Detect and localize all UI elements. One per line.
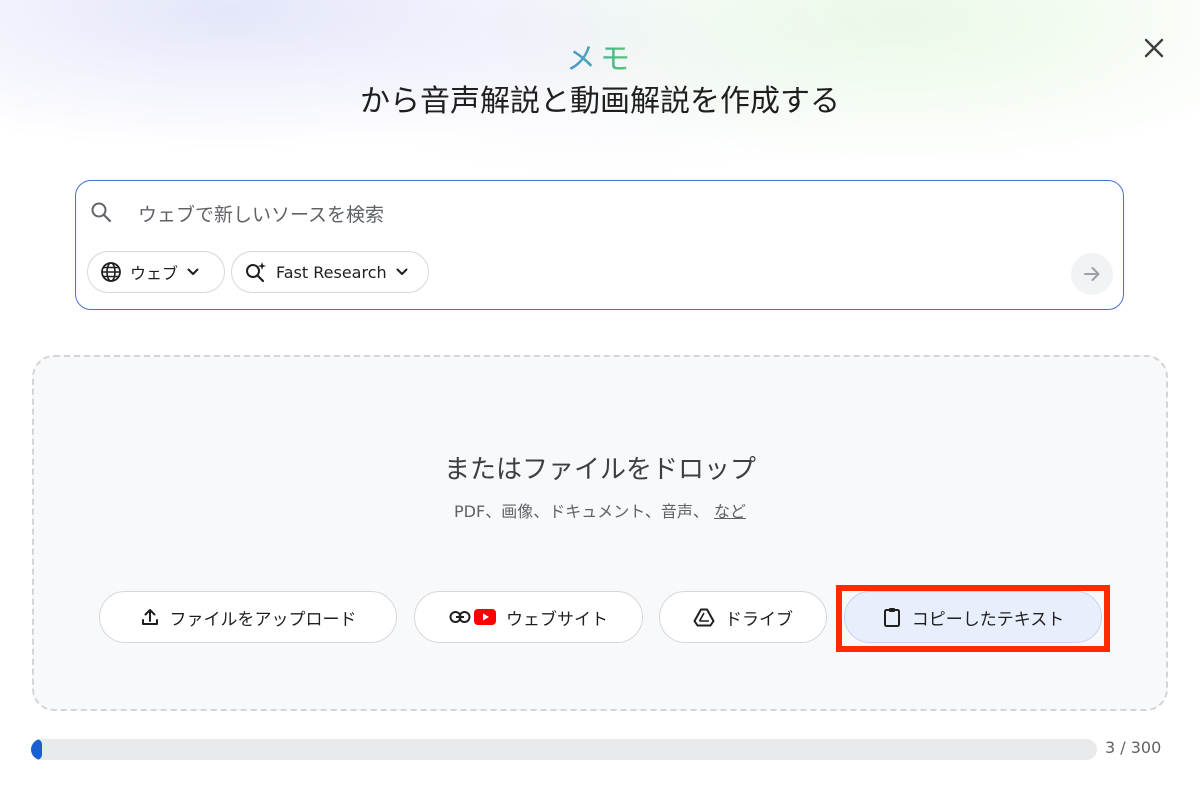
paste-text-button[interactable]: コピーしたテキスト bbox=[844, 591, 1102, 643]
upload-file-label: ファイルをアップロード bbox=[169, 609, 357, 630]
drive-label: ドライブ bbox=[725, 609, 793, 630]
dropzone-title: またはファイルをドロップ bbox=[443, 455, 756, 485]
clipboard-icon bbox=[883, 608, 900, 627]
website-icons bbox=[449, 609, 496, 625]
research-mode-dropdown[interactable]: Fast Research bbox=[231, 251, 429, 293]
source-type-dropdown[interactable]: ウェブ bbox=[87, 251, 225, 293]
add-source-dialog: メモ から音声解説と動画解説を作成する ウェブで新しいソースを検索 ウェブ Fa… bbox=[0, 0, 1200, 811]
search-icon bbox=[90, 201, 112, 223]
source-limit-progress bbox=[31, 739, 1097, 760]
drive-icon bbox=[693, 608, 715, 627]
supported-types-text: PDF、画像、ドキュメント、音声、 bbox=[454, 502, 709, 521]
website-label: ウェブサイト bbox=[506, 609, 608, 630]
website-button[interactable]: ウェブサイト bbox=[414, 591, 643, 643]
source-limit-progress-fill bbox=[31, 739, 42, 760]
dialog-title: から音声解説と動画解説を作成する bbox=[360, 84, 840, 119]
upload-icon bbox=[141, 609, 158, 625]
dropzone-subtitle: PDF、画像、ドキュメント、音声、 など bbox=[34, 498, 1166, 522]
paste-text-label: コピーしたテキスト bbox=[911, 609, 1065, 630]
link-icon bbox=[449, 611, 471, 623]
globe-icon bbox=[101, 262, 121, 282]
chevron-down-icon bbox=[187, 268, 199, 275]
search-input[interactable] bbox=[136, 199, 1040, 231]
search-box: ウェブ Fast Research bbox=[75, 180, 1124, 310]
source-type-label: ウェブ bbox=[130, 264, 179, 283]
research-mode-label: Fast Research bbox=[276, 262, 387, 282]
sparkle-search-icon bbox=[246, 262, 266, 283]
drive-button[interactable]: ドライブ bbox=[659, 591, 827, 643]
submit-search-button[interactable] bbox=[1071, 253, 1113, 295]
file-dropzone[interactable]: またはファイルをドロップ PDF、画像、ドキュメント、音声、 など ファイルをア… bbox=[32, 355, 1168, 711]
upload-file-button[interactable]: ファイルをアップロード bbox=[99, 591, 397, 643]
arrow-right-icon bbox=[1084, 267, 1100, 281]
notebook-name: メモ bbox=[566, 40, 634, 80]
more-types-link[interactable]: など bbox=[714, 502, 746, 521]
youtube-icon bbox=[474, 609, 496, 625]
chevron-down-icon bbox=[396, 268, 408, 275]
dialog-header: メモ から音声解説と動画解説を作成する bbox=[0, 40, 1200, 124]
source-count: 3 / 300 bbox=[1105, 738, 1162, 757]
